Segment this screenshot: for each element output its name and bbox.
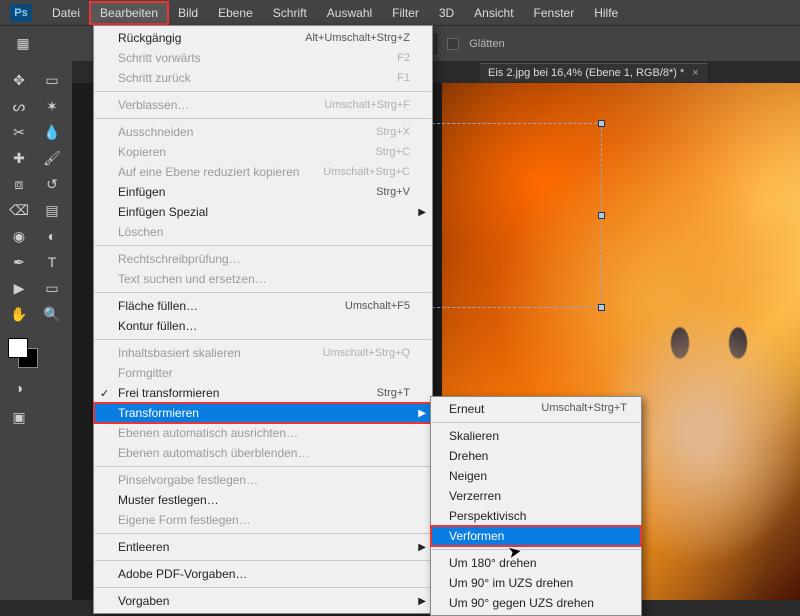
document-tab-strip: Eis 2.jpg bei 16,4% (Ebene 1, RGB/8*) * … (480, 61, 707, 83)
submenu-item-erneut[interactable]: ErneutUmschalt+Strg+T (431, 399, 641, 419)
menu-separator (95, 118, 431, 119)
submenu-item-verzerren[interactable]: Verzerren (431, 486, 641, 506)
menu-item-kopieren: KopierenStrg+C (94, 142, 432, 162)
lasso-tool[interactable]: ᔕ (4, 93, 34, 119)
menu-separator (432, 422, 640, 423)
smooth-checkbox[interactable] (447, 38, 459, 50)
menu-item-r-ckg-ngig[interactable]: RückgängigAlt+Umschalt+Strg+Z (94, 28, 432, 48)
menu-item-einf-gen[interactable]: EinfügenStrg+V (94, 182, 432, 202)
menu-item-text-suchen-und-ersetzen: Text suchen und ersetzen… (94, 269, 432, 289)
menubar: Ps DateiBearbeitenBildEbeneSchriftAuswah… (0, 0, 800, 25)
menu-item-vorgaben[interactable]: Vorgaben▶ (94, 591, 432, 611)
move-tool[interactable]: ✥ (4, 67, 34, 93)
history-brush-tool[interactable]: ↺ (37, 171, 67, 197)
path-sel-tool[interactable]: ▶ (4, 275, 34, 301)
dodge-tool[interactable]: ◐ (37, 223, 67, 249)
submenu-item-skalieren[interactable]: Skalieren (431, 426, 641, 446)
menu-item-kontur-f-llen[interactable]: Kontur füllen… (94, 316, 432, 336)
menu-ansicht[interactable]: Ansicht (464, 2, 523, 24)
menu-item-transformieren[interactable]: Transformieren▶ (94, 403, 432, 423)
hand-tool[interactable]: ✋ (4, 301, 34, 327)
menu-separator (95, 560, 431, 561)
menu-auswahl[interactable]: Auswahl (317, 2, 382, 24)
menu-separator (95, 587, 431, 588)
menu-item-muster-festlegen[interactable]: Muster festlegen… (94, 490, 432, 510)
menu-bild[interactable]: Bild (168, 2, 208, 24)
stamp-tool[interactable]: ⧈ (4, 171, 34, 197)
document-tab[interactable]: Eis 2.jpg bei 16,4% (Ebene 1, RGB/8*) * … (480, 63, 707, 82)
transform-bounding-box[interactable] (427, 123, 602, 308)
menu-separator (95, 91, 431, 92)
type-tool[interactable]: T (37, 249, 67, 275)
color-swatches[interactable] (4, 338, 68, 372)
menu-item-eigene-form-festlegen: Eigene Form festlegen… (94, 510, 432, 530)
menu-item-einf-gen-spezial[interactable]: Einfügen Spezial▶ (94, 202, 432, 222)
menu-item-fl-che-f-llen[interactable]: Fläche füllen…Umschalt+F5 (94, 296, 432, 316)
chevron-right-icon: ▶ (418, 542, 426, 553)
menu-ebene[interactable]: Ebene (208, 2, 263, 24)
menu-item-frei-transformieren[interactable]: ✓Frei transformierenStrg+T (94, 383, 432, 403)
menu-fenster[interactable]: Fenster (524, 2, 585, 24)
blur-tool[interactable]: ◉ (4, 223, 34, 249)
menu-bearbeiten[interactable]: Bearbeiten (90, 2, 168, 24)
submenu-item-neigen[interactable]: Neigen (431, 466, 641, 486)
menu-schrift[interactable]: Schrift (263, 2, 317, 24)
chevron-right-icon: ▶ (418, 408, 426, 419)
document-tab-title: Eis 2.jpg bei 16,4% (Ebene 1, RGB/8*) * (488, 67, 684, 79)
eraser-tool[interactable]: ⌫ (4, 197, 34, 223)
menu-item-inhaltsbasiert-skalieren: Inhaltsbasiert skalierenUmschalt+Strg+Q (94, 343, 432, 363)
menu-item-rechtschreibpr-fung: Rechtschreibprüfung… (94, 249, 432, 269)
chevron-right-icon: ▶ (418, 207, 426, 218)
zoom-tool[interactable]: 🔍 (37, 301, 67, 327)
brush-tool[interactable]: 🖌 (37, 145, 67, 171)
heal-tool[interactable]: ✚ (4, 145, 34, 171)
quickmask-button[interactable]: ◑ (4, 375, 34, 401)
gradient-tool[interactable]: ▤ (37, 197, 67, 223)
submenu-item-um-90-im-uzs-drehen[interactable]: Um 90° im UZS drehen (431, 573, 641, 593)
menu-separator (95, 292, 431, 293)
menu-separator (95, 245, 431, 246)
submenu-item-perspektivisch[interactable]: Perspektivisch (431, 506, 641, 526)
menu-item-ausschneiden: AusschneidenStrg+X (94, 122, 432, 142)
menu-item-auf-eine-ebene-reduziert-kopieren: Auf eine Ebene reduziert kopierenUmschal… (94, 162, 432, 182)
pen-tool[interactable]: ✒ (4, 249, 34, 275)
menu-datei[interactable]: Datei (42, 2, 90, 24)
menu-separator (95, 339, 431, 340)
close-icon[interactable]: × (692, 67, 698, 79)
menu-item-ebenen-automatisch-ausrichten: Ebenen automatisch ausrichten… (94, 423, 432, 443)
edit-menu-dropdown: RückgängigAlt+Umschalt+Strg+ZSchritt vor… (93, 25, 433, 614)
smooth-label: Glätten (469, 38, 504, 50)
menu-item-schritt-zur-ck: Schritt zurückF1 (94, 68, 432, 88)
transform-submenu: ErneutUmschalt+Strg+T SkalierenDrehenNeig… (430, 396, 642, 616)
eyedropper-tool[interactable]: 💧 (37, 119, 67, 145)
marquee-tool[interactable]: ▭ (37, 67, 67, 93)
wand-tool[interactable]: ✶ (37, 93, 67, 119)
shape-tool[interactable]: ▭ (37, 275, 67, 301)
menu-item-formgitter: Formgitter (94, 363, 432, 383)
foreground-color-swatch[interactable] (8, 338, 28, 358)
menu-3d[interactable]: 3D (429, 2, 464, 24)
app-icon: Ps (10, 4, 32, 22)
menu-item-l-schen: Löschen (94, 222, 432, 242)
transform-origin-widget[interactable]: ▦ (8, 31, 38, 57)
menu-separator (95, 533, 431, 534)
screenmode-button[interactable]: ▣ (4, 404, 34, 430)
menu-separator (432, 549, 640, 550)
submenu-item-um-90-gegen-uzs-drehen[interactable]: Um 90° gegen UZS drehen (431, 593, 641, 613)
menu-separator (95, 466, 431, 467)
menu-item-adobe-pdf-vorgaben[interactable]: Adobe PDF-Vorgaben… (94, 564, 432, 584)
submenu-item-verformen[interactable]: Verformen (431, 526, 641, 546)
menu-hilfe[interactable]: Hilfe (584, 2, 628, 24)
crop-tool[interactable]: ✂ (4, 119, 34, 145)
menu-item-pinselvorgabe-festlegen: Pinselvorgabe festlegen… (94, 470, 432, 490)
menu-filter[interactable]: Filter (382, 2, 429, 24)
tool-panel: ✥▭ᔕ✶✂💧✚🖌⧈↺⌫▤◉◐✒T▶▭✋🔍 ◑ ▣ (0, 61, 72, 600)
menu-item-entleeren[interactable]: Entleeren▶ (94, 537, 432, 557)
submenu-item-drehen[interactable]: Drehen (431, 446, 641, 466)
chevron-right-icon: ▶ (418, 596, 426, 607)
menu-item-verblassen: Verblassen…Umschalt+Strg+F (94, 95, 432, 115)
menu-item-schritt-vorw-rts: Schritt vorwärtsF2 (94, 48, 432, 68)
submenu-item-um-180-drehen[interactable]: Um 180° drehen (431, 553, 641, 573)
menu-item-ebenen-automatisch-berblenden: Ebenen automatisch überblenden… (94, 443, 432, 463)
